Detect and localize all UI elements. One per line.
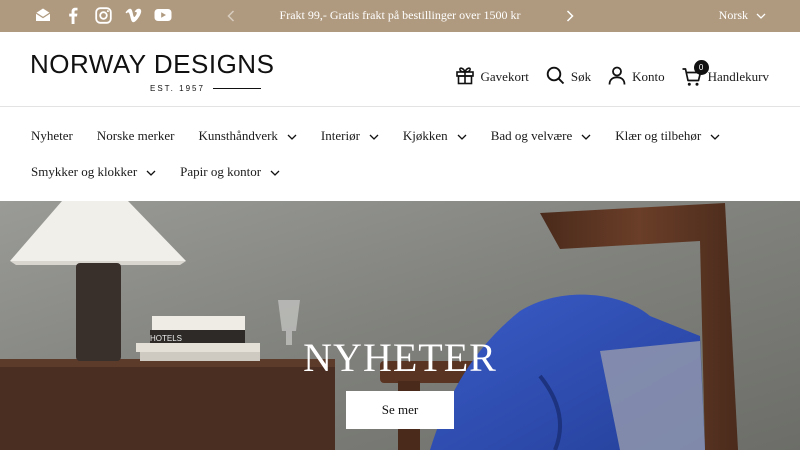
announcement-prev-icon[interactable] [224, 7, 238, 25]
nav-item-nyheter[interactable]: Nyheter [31, 128, 73, 144]
vimeo-icon[interactable] [124, 6, 142, 24]
user-icon [608, 66, 626, 89]
chevron-down-icon [270, 164, 280, 180]
language-label: Norsk [718, 8, 748, 22]
logo-title: NORWAY DESIGNS [30, 49, 275, 79]
social-links [34, 6, 172, 24]
cart-button[interactable]: 0 Handlekurv [682, 60, 769, 87]
search-button[interactable]: Søk [546, 66, 591, 89]
chevron-down-icon [369, 128, 379, 144]
language-selector[interactable]: Norsk [719, 8, 766, 23]
main-navigation: Nyheter Norske merker Kunsthåndverk Inte… [0, 107, 800, 201]
facebook-icon[interactable] [64, 6, 82, 24]
header-actions: Gavekort Søk Konto 0 Handlekurv [455, 60, 769, 89]
nav-item-interior[interactable]: Interiør [321, 128, 379, 144]
chevron-down-icon [581, 128, 591, 144]
nav-item-papir-og-kontor[interactable]: Papir og kontor [180, 164, 280, 180]
gift-card-label: Gavekort [480, 69, 529, 84]
youtube-icon[interactable] [154, 6, 172, 24]
logo-subtitle: EST. 1957 [150, 84, 205, 93]
account-label: Konto [632, 69, 665, 84]
gift-icon [455, 65, 475, 89]
announcement-next-icon[interactable] [563, 7, 577, 25]
announcement-bar: Frakt 99,- Gratis frakt på bestillinger … [0, 0, 800, 32]
search-icon [546, 66, 565, 89]
hero-banner: HOTELS NYHETER Se mer [0, 201, 800, 450]
cart-icon: 0 [682, 60, 709, 87]
site-logo[interactable]: NORWAY DESIGNS EST. 1957 [30, 49, 275, 93]
nav-item-kjokken[interactable]: Kjøkken [403, 128, 467, 144]
nav-item-smykker-og-klokker[interactable]: Smykker og klokker [31, 164, 156, 180]
site-header: NORWAY DESIGNS EST. 1957 Gavekort Søk Ko… [0, 32, 800, 107]
hero-cta-button[interactable]: Se mer [346, 391, 454, 429]
cart-count-badge: 0 [693, 60, 709, 75]
announcement-text: Frakt 99,- Gratis frakt på bestillinger … [279, 8, 521, 22]
nav-item-klaer-og-tilbehor[interactable]: Klær og tilbehør [615, 128, 720, 144]
instagram-icon[interactable] [94, 6, 112, 24]
logo-divider [212, 88, 261, 89]
email-icon[interactable] [34, 6, 52, 24]
chevron-down-icon [146, 164, 156, 180]
chevron-down-icon [710, 128, 720, 144]
nav-item-kunsthandverk[interactable]: Kunsthåndverk [198, 128, 297, 144]
nav-item-bad-og-velvaere[interactable]: Bad og velvære [491, 128, 592, 144]
cart-label: Handlekurv [707, 69, 769, 84]
nav-item-norske-merker[interactable]: Norske merker [97, 128, 175, 144]
gift-card-button[interactable]: Gavekort [455, 65, 529, 89]
chevron-down-icon [457, 128, 467, 144]
chevron-down-icon [287, 128, 297, 144]
hero-title: NYHETER [303, 335, 497, 380]
search-label: Søk [570, 69, 592, 84]
account-button[interactable]: Konto [608, 66, 665, 89]
chevron-down-icon [756, 8, 766, 23]
